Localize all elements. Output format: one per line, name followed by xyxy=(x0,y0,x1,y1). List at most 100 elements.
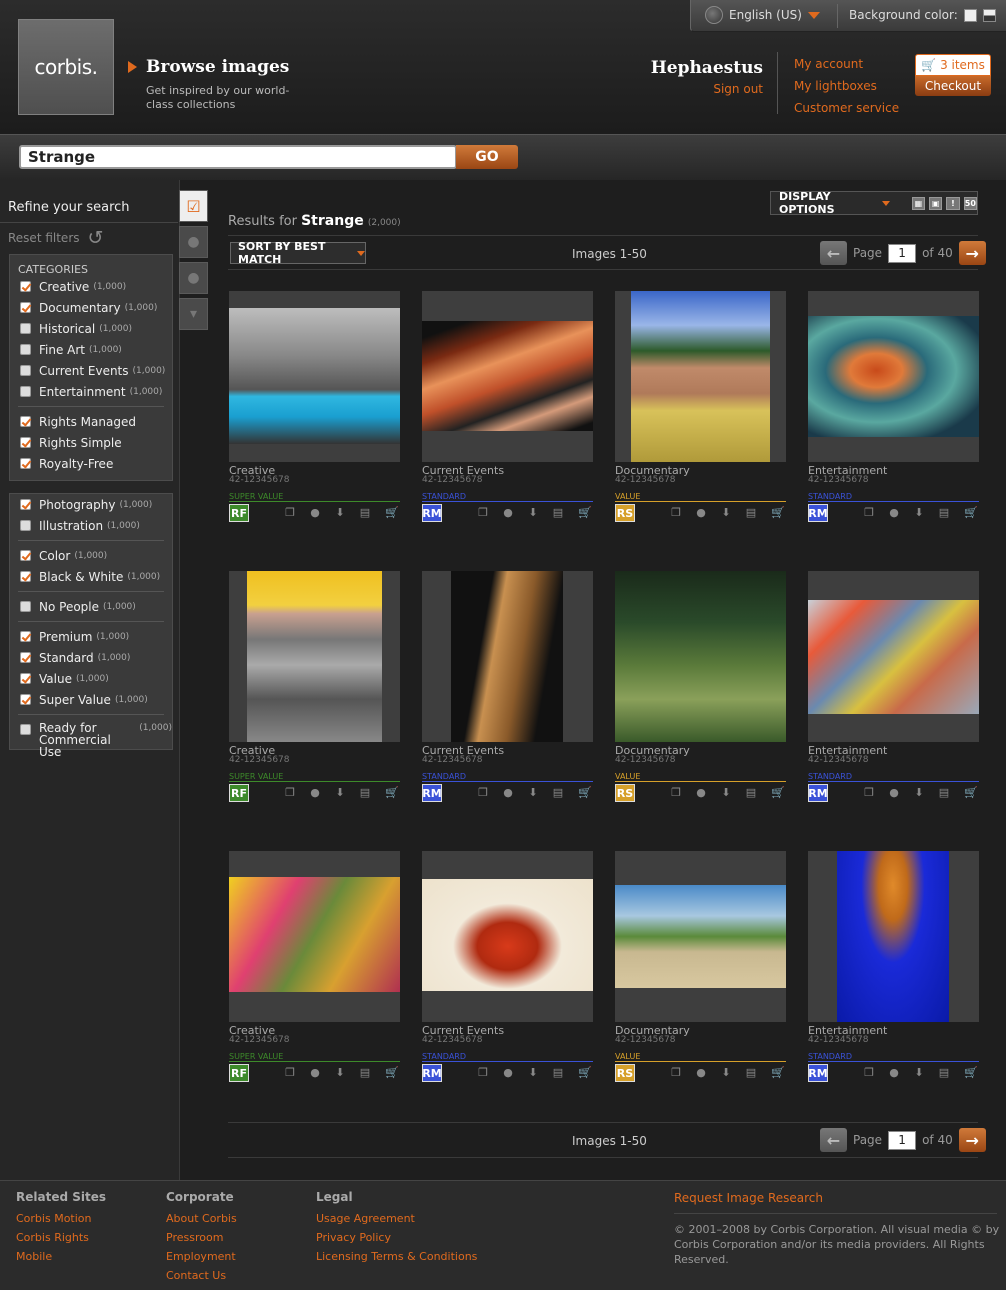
footer-link[interactable]: Pressroom xyxy=(166,1228,237,1247)
quick-view-icon[interactable]: ● xyxy=(309,787,321,799)
cart-icon[interactable]: 🛒 xyxy=(964,787,978,799)
filter-option[interactable]: Black & White (1,000) xyxy=(10,566,172,587)
tab-ideas[interactable]: ● xyxy=(179,262,208,294)
footer-link[interactable]: Contact Us xyxy=(166,1266,237,1285)
filter-option[interactable]: Rights Managed xyxy=(10,411,172,432)
request-research-link[interactable]: Request Image Research xyxy=(674,1191,823,1205)
details-icon[interactable]: ▤ xyxy=(552,507,564,519)
license-badge[interactable]: RF xyxy=(229,1064,249,1082)
cart-icon[interactable]: 🛒 xyxy=(578,507,592,519)
lightbox-icon[interactable]: ❐ xyxy=(477,507,489,519)
image-result-card[interactable]: Creative 42-12345678 SUPER VALUE RF ❐ ● ⬇ ▤ 🛒 xyxy=(229,291,400,526)
lightbox-icon[interactable]: ❐ xyxy=(477,1067,489,1079)
filter-checkbox[interactable] xyxy=(20,652,31,663)
download-icon[interactable]: ⬇ xyxy=(720,1067,732,1079)
footer-link[interactable]: Employment xyxy=(166,1247,237,1266)
lightbox-icon[interactable]: ❐ xyxy=(863,787,875,799)
cart-icon[interactable]: 🛒 xyxy=(771,787,785,799)
thumbnail-image[interactable] xyxy=(229,308,400,444)
filter-checkbox[interactable] xyxy=(20,458,31,469)
tab-lightbox[interactable]: ● xyxy=(179,226,208,258)
cart-icon[interactable]: 🛒 xyxy=(964,507,978,519)
filter-checkbox[interactable] xyxy=(20,694,31,705)
quick-view-icon[interactable]: ● xyxy=(502,1067,514,1079)
bg-swatch-white[interactable] xyxy=(963,8,977,22)
thumbnail-image[interactable] xyxy=(247,571,382,742)
lightbox-icon[interactable]: ❐ xyxy=(284,787,296,799)
details-icon[interactable]: ▤ xyxy=(359,787,371,799)
filter-option[interactable]: Creative (1,000) xyxy=(10,276,172,297)
image-result-card[interactable]: Documentary 42-12345678 VALUE RS ❐ ● ⬇ ▤ 🛒 xyxy=(615,851,786,1086)
footer-link[interactable]: Privacy Policy xyxy=(316,1228,477,1247)
thumbnail-image[interactable] xyxy=(808,316,979,437)
cart-icon[interactable]: 🛒 xyxy=(771,1067,785,1079)
image-result-card[interactable]: Current Events 42-12345678 STANDARD RM ❐ ● ⬇ ▤ 🛒 xyxy=(422,851,593,1086)
license-badge[interactable]: RS xyxy=(615,1064,635,1082)
lightbox-icon[interactable]: ❐ xyxy=(670,787,682,799)
download-icon[interactable]: ⬇ xyxy=(334,507,346,519)
filter-option[interactable]: Historical (1,000) xyxy=(10,318,172,339)
download-icon[interactable]: ⬇ xyxy=(913,787,925,799)
next-page-button[interactable]: → xyxy=(958,241,986,265)
license-badge[interactable]: RM xyxy=(422,504,442,522)
download-icon[interactable]: ⬇ xyxy=(720,507,732,519)
reset-filters-button[interactable]: Reset filters ↺ xyxy=(8,229,103,248)
image-result-card[interactable]: Entertainment 42-12345678 STANDARD RM ❐ ● ⬇ ▤ 🛒 xyxy=(808,851,979,1086)
quick-view-icon[interactable]: ● xyxy=(309,1067,321,1079)
warning-icon[interactable]: ! xyxy=(946,196,960,210)
thumbnail-image[interactable] xyxy=(615,571,786,742)
lightbox-icon[interactable]: ❐ xyxy=(284,1067,296,1079)
filter-checkbox[interactable] xyxy=(20,631,31,642)
download-icon[interactable]: ⬇ xyxy=(720,787,732,799)
filter-option[interactable]: Fine Art (1,000) xyxy=(10,339,172,360)
filter-checkbox[interactable] xyxy=(20,416,31,427)
quick-view-icon[interactable]: ● xyxy=(888,787,900,799)
my-lightboxes-link[interactable]: My lightboxes xyxy=(794,75,899,97)
quick-view-icon[interactable]: ● xyxy=(502,507,514,519)
thumbnail-image[interactable] xyxy=(808,600,979,714)
thumbnail-image[interactable] xyxy=(229,877,400,992)
download-icon[interactable]: ⬇ xyxy=(334,1067,346,1079)
filter-checkbox[interactable] xyxy=(20,673,31,684)
lightbox-icon[interactable]: ❐ xyxy=(284,507,296,519)
filter-option[interactable]: Documentary (1,000) xyxy=(10,297,172,318)
image-result-card[interactable]: Current Events 42-12345678 STANDARD RM ❐ ● ⬇ ▤ 🛒 xyxy=(422,291,593,526)
quick-view-icon[interactable]: ● xyxy=(695,507,707,519)
grid-view-icon[interactable]: ▦ xyxy=(911,196,926,210)
footer-link[interactable]: Licensing Terms & Conditions xyxy=(316,1247,477,1266)
footer-link[interactable]: About Corbis xyxy=(166,1209,237,1228)
footer-link[interactable]: Mobile xyxy=(16,1247,106,1266)
download-icon[interactable]: ⬇ xyxy=(527,507,539,519)
details-icon[interactable]: ▤ xyxy=(745,1067,757,1079)
tab-filters[interactable]: ☑ xyxy=(179,190,208,222)
details-icon[interactable]: ▤ xyxy=(938,787,950,799)
image-result-card[interactable]: Documentary 42-12345678 VALUE RS ❐ ● ⬇ ▤ 🛒 xyxy=(615,571,786,806)
quick-view-icon[interactable]: ● xyxy=(502,787,514,799)
prev-page-button[interactable]: ← xyxy=(820,1128,847,1152)
image-result-card[interactable]: Entertainment 42-12345678 STANDARD RM ❐ ● ⬇ ▤ 🛒 xyxy=(808,571,979,806)
filter-option[interactable]: Royalty-Free xyxy=(10,453,172,474)
search-input[interactable]: Strange xyxy=(19,145,457,169)
thumbnail-image[interactable] xyxy=(422,879,593,991)
bg-swatch-dark[interactable] xyxy=(982,8,996,22)
lightbox-icon[interactable]: ❐ xyxy=(670,507,682,519)
filter-option[interactable]: Ready for Commercial Use (1,000) xyxy=(10,719,172,758)
cart-icon[interactable]: 🛒 xyxy=(385,507,399,519)
cart-icon[interactable]: 🛒 xyxy=(771,507,785,519)
thumbnail-image[interactable] xyxy=(631,291,770,462)
quick-view-icon[interactable]: ● xyxy=(888,507,900,519)
thumbnail-image[interactable] xyxy=(837,851,949,1022)
filter-checkbox[interactable] xyxy=(20,323,31,334)
lightbox-icon[interactable]: ❐ xyxy=(670,1067,682,1079)
thumbnail-image[interactable] xyxy=(422,321,593,431)
my-account-link[interactable]: My account xyxy=(794,53,899,75)
filter-option[interactable]: Premium (1,000) xyxy=(10,626,172,647)
cart-icon[interactable]: 🛒 xyxy=(578,787,592,799)
quick-view-icon[interactable]: ● xyxy=(309,507,321,519)
filter-option[interactable]: Value (1,000) xyxy=(10,668,172,689)
details-icon[interactable]: ▤ xyxy=(552,787,564,799)
checkout-button[interactable]: Checkout xyxy=(915,76,991,96)
license-badge[interactable]: RF xyxy=(229,784,249,802)
download-icon[interactable]: ⬇ xyxy=(913,1067,925,1079)
sign-out-link[interactable]: Sign out xyxy=(651,82,763,96)
